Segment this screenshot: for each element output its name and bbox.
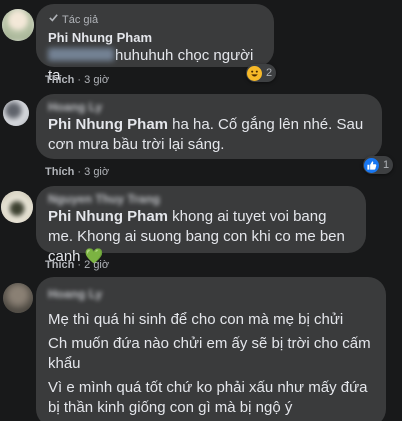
reaction-summary[interactable]: 1: [363, 156, 394, 174]
author-badge: Tác giả: [48, 12, 262, 27]
comment-text: Phi Nhung Pham khong ai tuyet voi bang m…: [48, 207, 354, 267]
like-reaction-icon: [364, 157, 379, 173]
comment-time[interactable]: 3 giờ: [84, 166, 109, 178]
comment-author[interactable]: Hoang Ly: [48, 287, 374, 301]
comment-bubble: Tác giả Phi Nhung Pham huhuhuh chọc ngườ…: [36, 4, 274, 84]
badge-icon: [48, 12, 59, 27]
avatar[interactable]: [2, 9, 34, 41]
comment-time[interactable]: 3 giờ: [84, 74, 109, 86]
like-action[interactable]: Thích: [45, 166, 74, 178]
haha-reaction-icon: [247, 65, 262, 81]
comment-line: Mẹ thì quá hi sinh để cho con mà mẹ bị c…: [48, 311, 344, 328]
reaction-count: 1: [383, 159, 390, 171]
comment-line: Ch muốn đứa nào chửi em ấy sẽ bị trời ch…: [48, 335, 371, 372]
avatar[interactable]: [1, 191, 33, 223]
comment-bubble: Hoang Ly Mẹ thì quá hi sinh để cho con m…: [36, 277, 386, 421]
comment-meta: Thích · 2 giờ: [45, 259, 109, 271]
comment-line: Vì e mình quá tốt chứ ko phải xấu như mấ…: [48, 379, 368, 416]
like-action[interactable]: Thích: [45, 259, 74, 271]
reaction-summary[interactable]: 2: [246, 64, 277, 82]
comment-author[interactable]: Phi Nhung Pham: [48, 30, 262, 45]
comment-author[interactable]: Hoang Ly: [48, 100, 370, 114]
mention-link[interactable]: Phi Nhung Pham: [48, 116, 168, 133]
avatar[interactable]: [3, 100, 29, 126]
like-action[interactable]: Thích: [45, 74, 74, 86]
avatar[interactable]: [3, 283, 33, 313]
meta-separator: ·: [77, 259, 82, 271]
comment-meta: Thích · 3 giờ: [45, 74, 109, 86]
comment-bubble: Nguyen Thuy Trang Phi Nhung Pham khong a…: [36, 186, 366, 265]
comment-bubble: Hoang Ly Phi Nhung Pham ha ha. Cố gắng l…: [36, 94, 382, 159]
comment-text: Phi Nhung Pham ha ha. Cố gắng lên nhé. S…: [48, 115, 370, 155]
meta-separator: ·: [77, 74, 82, 86]
redacted-mention: [48, 48, 114, 61]
mention-link[interactable]: Phi Nhung Pham: [48, 208, 168, 225]
comment-author[interactable]: Nguyen Thuy Trang: [48, 192, 354, 206]
comment-meta: Thích · 3 giờ: [45, 166, 109, 178]
comment-time[interactable]: 2 giờ: [84, 259, 109, 271]
meta-separator: ·: [77, 166, 82, 178]
badge-label: Tác giả: [62, 13, 99, 26]
reaction-count: 2: [266, 67, 273, 79]
